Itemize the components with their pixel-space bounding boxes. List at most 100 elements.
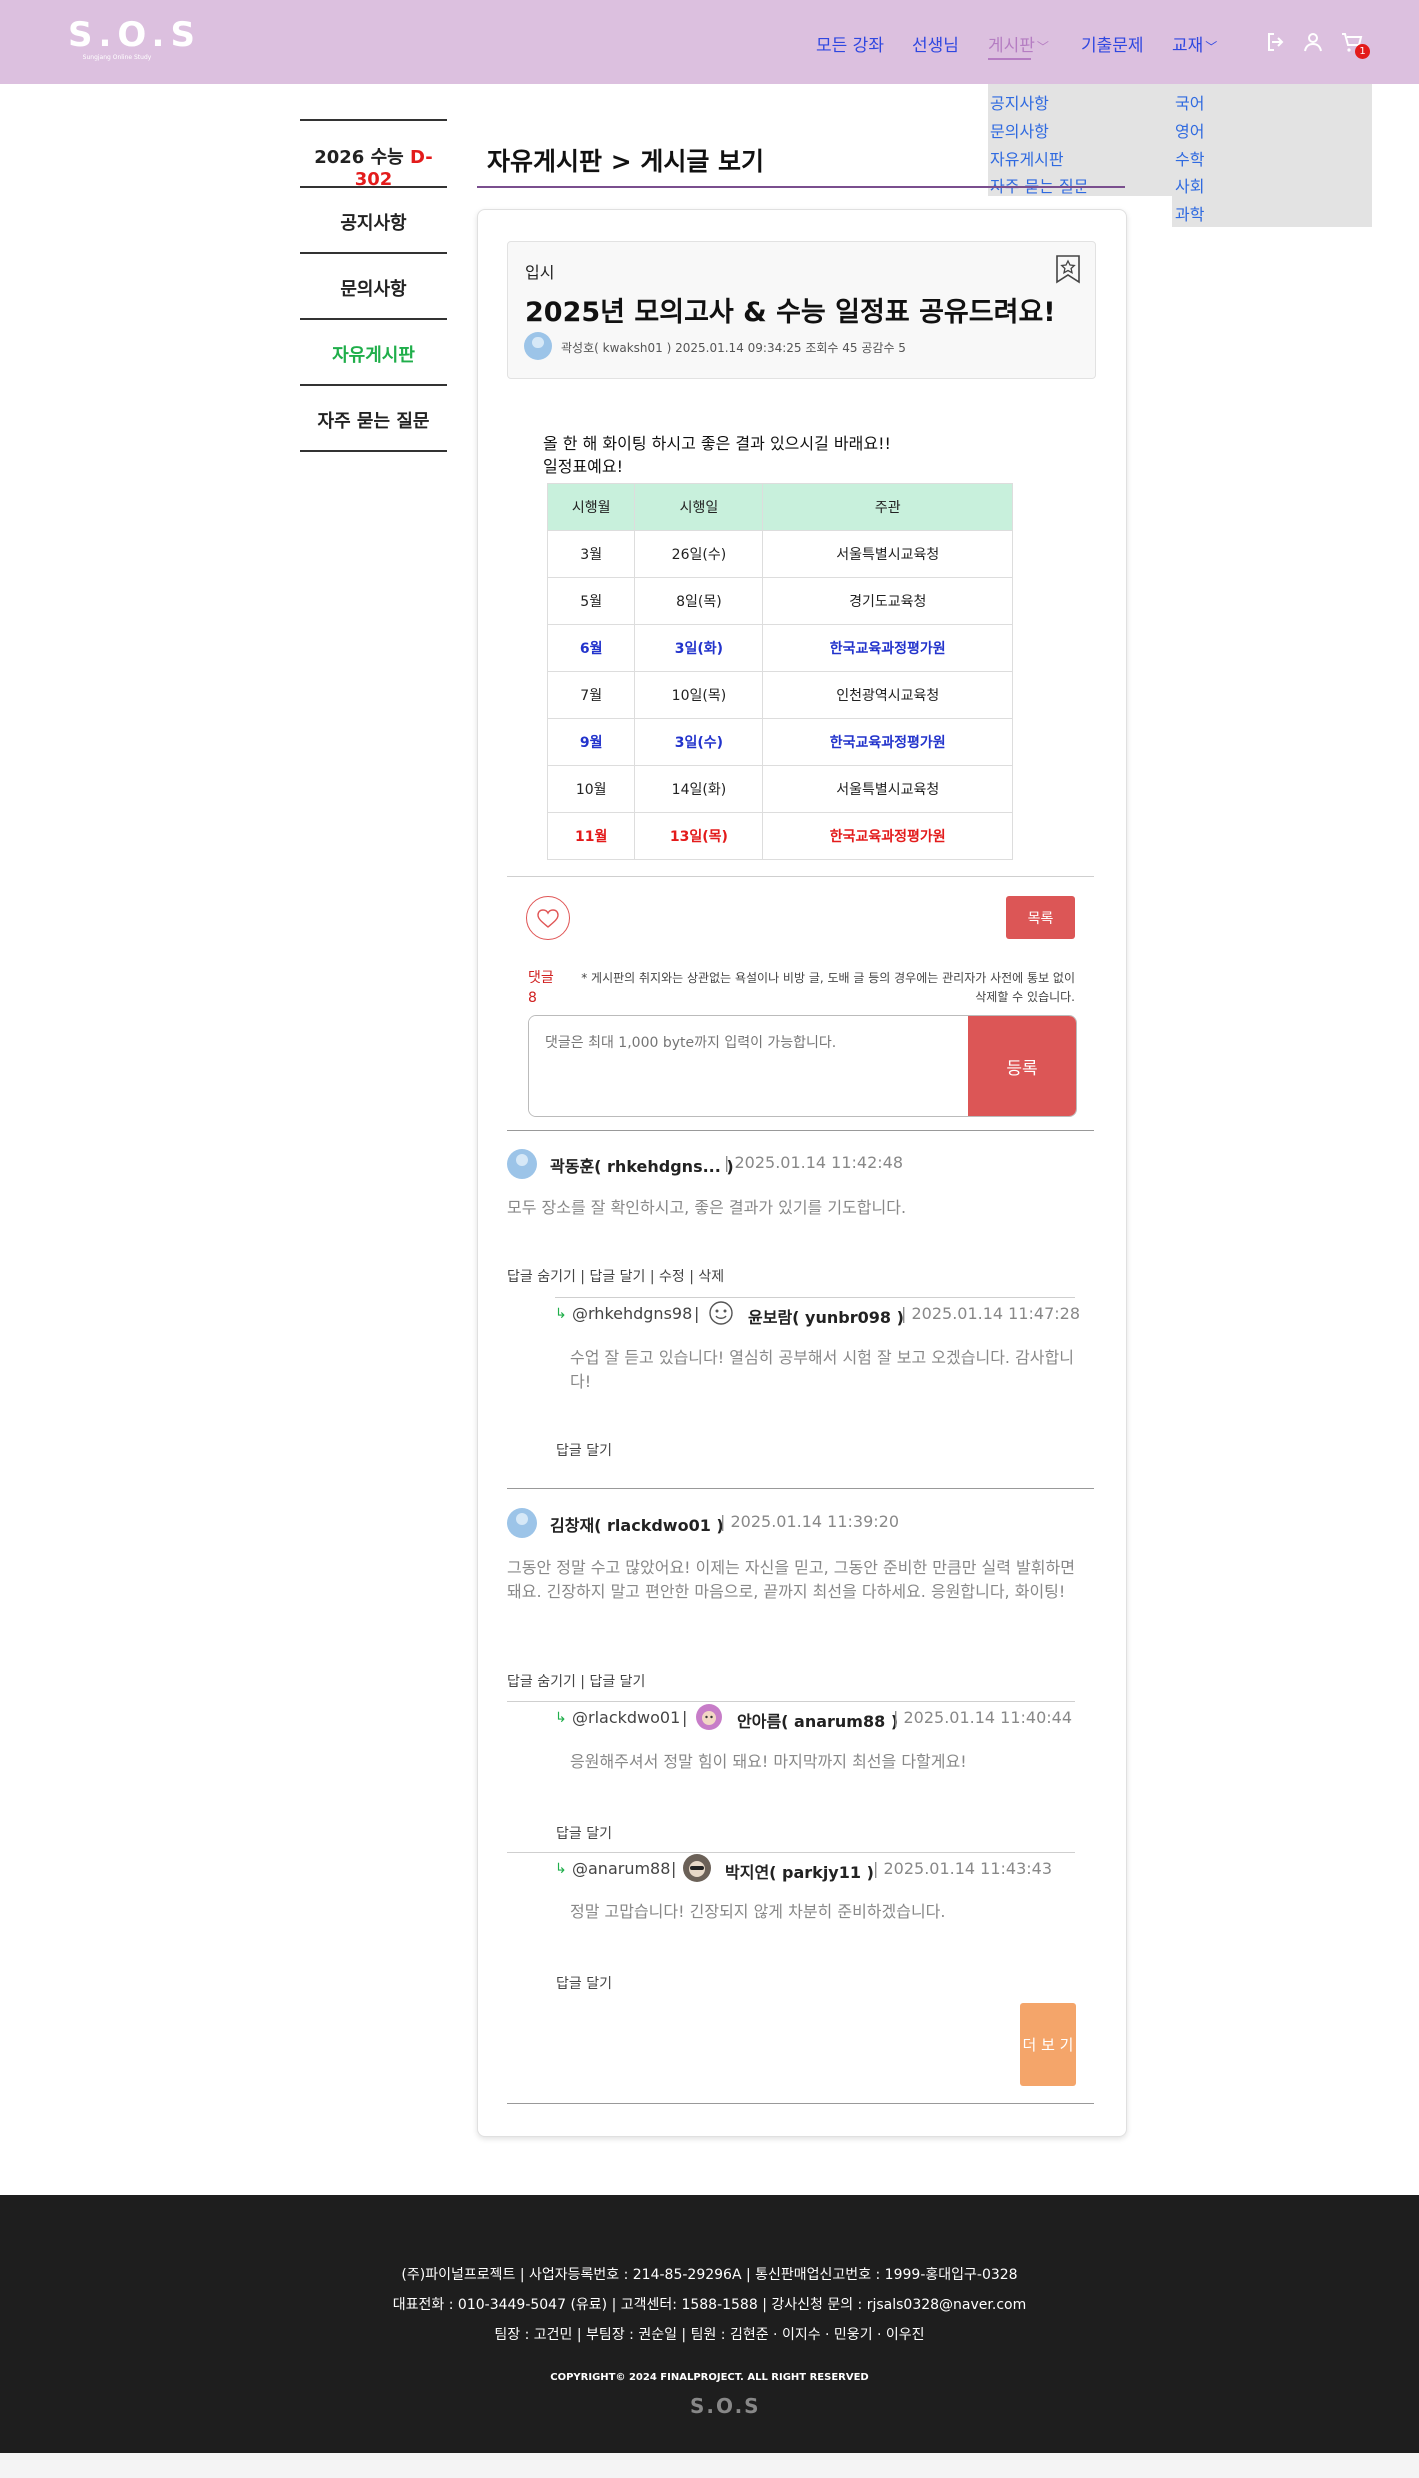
table-header-row: 시행월 시행일 주관 <box>546 483 1013 531</box>
comment-actions[interactable]: 답글 달기 <box>556 1973 612 1993</box>
reply-arrow-icon: ↳ <box>555 1861 567 1877</box>
separator: | <box>671 1859 677 1878</box>
reply-mention: @anarum88 <box>572 1859 671 1878</box>
board-menu-inquiry[interactable]: 문의사항 <box>990 118 1049 142</box>
user-icon[interactable] <box>1301 30 1325 54</box>
nav-board[interactable]: 게시판 ﹀ <box>988 31 1049 60</box>
avatar <box>507 1508 537 1538</box>
logo-subtitle: Sungjang Online Study <box>82 54 152 61</box>
list-button[interactable]: 목록 <box>1006 896 1075 939</box>
books-menu-science[interactable]: 과학 <box>1175 201 1204 225</box>
title-underline <box>477 186 1125 188</box>
divider <box>507 1701 1075 1702</box>
dday-counter: 2026 수능 D-302 <box>300 143 447 190</box>
comment-author: 박지연( parkjy11 ) <box>725 1863 874 1882</box>
bookmark-star-icon[interactable] <box>1055 254 1081 284</box>
table-cell: 3일(화) <box>634 624 764 672</box>
table-cell: 3월 <box>546 530 636 578</box>
character-avatar-icon <box>696 1704 722 1730</box>
books-menu-english[interactable]: 영어 <box>1175 118 1204 142</box>
avatar <box>507 1149 537 1179</box>
heart-icon <box>537 909 559 928</box>
board-menu-free-board[interactable]: 자유게시판 <box>990 146 1064 170</box>
dday-prefix: 2026 수능 <box>314 147 404 168</box>
separator: | <box>682 1708 688 1727</box>
comment-author: 윤보람( yunbr098 ) <box>748 1308 904 1327</box>
sidebar-item-inquiry[interactable]: 문의사항 <box>300 275 447 301</box>
reply-mention: @rlackdwo01 <box>572 1708 681 1727</box>
logo-text: S.O.S <box>68 15 201 55</box>
footer-team-info: 팀장 : 고건민 | 부팀장 : 권순일 | 팀원 : 김현준 · 이지수 · … <box>494 2327 925 2343</box>
board-menu-faq[interactable]: 자주 묻는 질문 <box>990 173 1089 197</box>
comment-text: 수업 잘 듣고 있습니다! 열심히 공부해서 시험 잘 보고 오겠습니다. 감사… <box>570 1348 1074 1391</box>
divider <box>507 1852 1075 1853</box>
sidebar-divider <box>300 119 447 121</box>
logo[interactable]: S.O.S Sungjang Online Study <box>68 15 201 68</box>
sidebar-item-faq[interactable]: 자주 묻는 질문 <box>300 407 447 433</box>
submit-comment-button[interactable]: 등록 <box>968 1016 1076 1116</box>
table-cell: 10월 <box>546 765 636 813</box>
comment-count-label: 댓글 8 <box>528 968 554 1008</box>
table-cell: 13일(목) <box>634 812 764 860</box>
books-menu-social[interactable]: 사회 <box>1175 173 1204 197</box>
nav-teachers[interactable]: 선생님 <box>912 31 959 56</box>
table-header-cell: 시행월 <box>546 483 636 531</box>
divider <box>507 1488 1094 1489</box>
table-cell: 한국교육과정평가원 <box>762 718 1013 766</box>
table-cell: 14일(화) <box>634 765 764 813</box>
logout-icon[interactable] <box>1264 30 1288 54</box>
table-cell: 8일(목) <box>634 577 764 625</box>
comment-date: | 2025.01.14 11:47:28 <box>901 1304 1081 1323</box>
table-cell: 6월 <box>546 624 636 672</box>
table-row: 3월 26일(수) 서울특별시교육청 <box>546 530 1013 578</box>
comment-actions[interactable]: 답글 숨기기 | 답글 달기 | 수정 | 삭제 <box>507 1266 724 1286</box>
comment-count: 8 <box>528 990 537 1006</box>
footer-logo: S.O.S <box>690 2394 761 2418</box>
books-menu-math[interactable]: 수학 <box>1175 146 1204 170</box>
comment-date: | 2025.01.14 11:43:43 <box>873 1859 1053 1878</box>
comment-author: 김창재( rlackdwo01 ) <box>550 1516 724 1535</box>
post-body-line: 일정표예요! <box>543 457 624 476</box>
table-cell: 한국교육과정평가원 <box>762 624 1013 672</box>
sidebar-item-free-board[interactable]: 자유게시판 <box>300 341 447 367</box>
smiley-avatar-icon <box>709 1301 733 1325</box>
reply-mention: @rhkehdgns98 <box>572 1304 693 1323</box>
table-cell: 11월 <box>546 812 636 860</box>
table-row: 11월 13일(목) 한국교육과정평가원 <box>546 812 1013 860</box>
table-row: 9월 3일(수) 한국교육과정평가원 <box>546 718 1013 766</box>
schedule-table: 시행월 시행일 주관 3월 26일(수) 서울특별시교육청 5월 8일(목) 경… <box>546 483 1013 860</box>
footer-contact-info: 대표전화 : 010-3449-5047 (유료) | 고객센터: 1588-1… <box>392 2297 1027 2313</box>
table-cell: 10일(목) <box>634 671 764 719</box>
comment-text: 모두 장소를 잘 확인하시고, 좋은 결과가 있기를 기도합니다. <box>507 1198 907 1217</box>
divider <box>507 876 1094 877</box>
footer-company-info: (주)파이널프로젝트 | 사업자등록번호 : 214-85-29296A | 통… <box>401 2267 1018 2283</box>
post-meta: 곽성호( kwaksh01 ) 2025.01.14 09:34:25 조회수 … <box>561 341 906 355</box>
load-more-button[interactable]: 더 보 기 <box>1020 2003 1076 2086</box>
table-cell: 서울특별시교육청 <box>762 765 1013 813</box>
comment-actions[interactable]: 답글 달기 <box>556 1440 612 1460</box>
table-row: 10월 14일(화) 서울특별시교육청 <box>546 765 1013 813</box>
divider <box>507 2103 1094 2104</box>
divider <box>555 1297 1075 1298</box>
comment-input[interactable] <box>529 1016 964 1116</box>
sidebar-divider <box>300 252 447 254</box>
comment-text: 정말 고맙습니다! 긴장되지 않게 차분히 준비하겠습니다. <box>570 1902 946 1921</box>
comment-text: 그동안 정말 수고 많았어요! 이제는 자신을 믿고, 그동안 준비한 만큼만 … <box>507 1558 1075 1601</box>
page-title: 자유게시판 > 게시글 보기 <box>487 147 765 176</box>
nav-past-exams[interactable]: 기출문제 <box>1081 31 1144 56</box>
comment-policy-notice: * 게시판의 취지와는 상관없는 욕설이나 비방 글, 도배 글 등의 경우에는… <box>581 971 1075 1004</box>
books-menu-korean[interactable]: 국어 <box>1175 90 1204 114</box>
like-button[interactable] <box>526 896 570 940</box>
comment-actions[interactable]: 답글 숨기기 | 답글 달기 <box>507 1671 645 1691</box>
nav-all-courses[interactable]: 모든 강좌 <box>816 31 884 56</box>
comment-actions[interactable]: 답글 달기 <box>556 1823 612 1843</box>
table-cell: 경기도교육청 <box>762 577 1013 625</box>
comment-date: | 2025.01.14 11:40:44 <box>893 1708 1073 1727</box>
divider <box>507 1130 1094 1131</box>
comment-text: 응원해주셔서 정말 힘이 돼요! 마지막까지 최선을 다할게요! <box>570 1752 967 1771</box>
board-menu-notice[interactable]: 공지사항 <box>990 90 1049 114</box>
footer-copyright: COPYRIGHT© 2024 FINALPROJECT. ALL RIGHT … <box>550 2372 869 2383</box>
comment-form: 등록 <box>528 1015 1077 1117</box>
sidebar-item-notice[interactable]: 공지사항 <box>300 209 447 235</box>
nav-books[interactable]: 교재 ﹀ <box>1172 31 1217 56</box>
